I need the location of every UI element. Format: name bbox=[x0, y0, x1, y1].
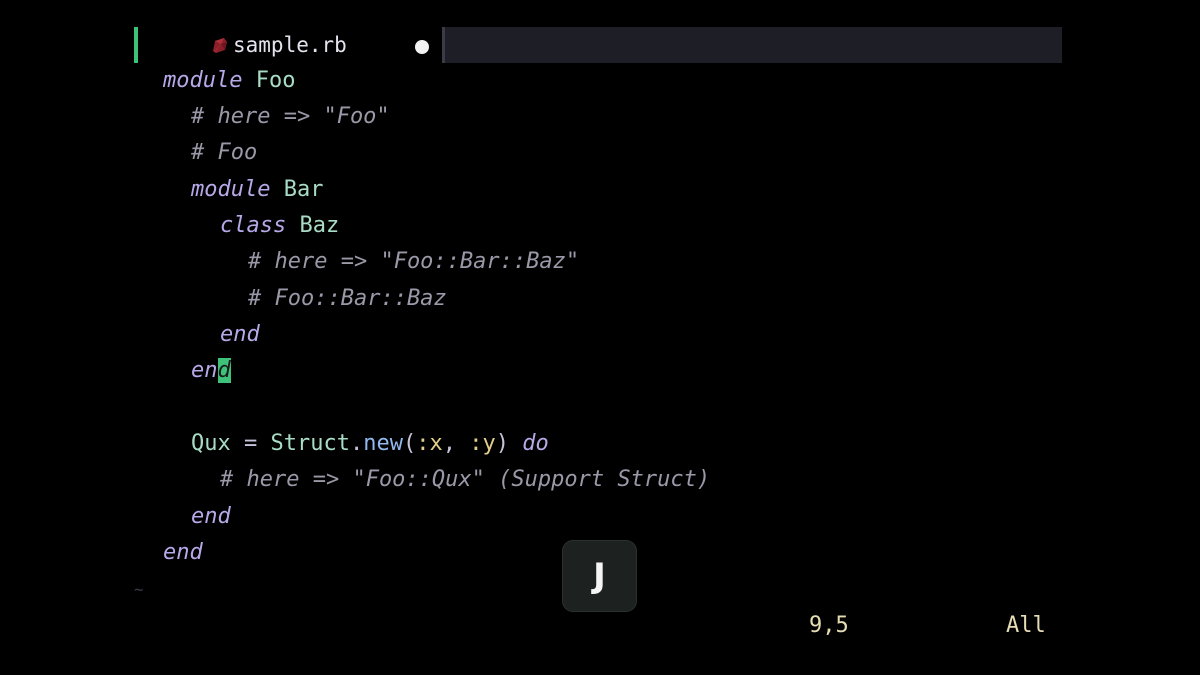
empty-line-marker: ~ bbox=[134, 580, 144, 599]
comma-token: , bbox=[442, 431, 470, 456]
scroll-indicator: All bbox=[1006, 613, 1046, 638]
tab-bar: sample.rb bbox=[134, 27, 1062, 63]
code-line-1: module Foo bbox=[163, 63, 295, 99]
keyword-token: module bbox=[191, 177, 271, 202]
keyword-token: end bbox=[163, 540, 203, 565]
code-line-6: # here => "Foo::Bar::Baz" bbox=[248, 244, 579, 280]
method-token: new bbox=[363, 431, 403, 456]
ruby-icon bbox=[210, 35, 230, 55]
keypress-overlay: J bbox=[563, 541, 636, 611]
code-line-4: module Bar bbox=[191, 172, 323, 208]
code-line-8: end bbox=[220, 317, 260, 353]
tab-sample-rb[interactable]: sample.rb bbox=[134, 27, 445, 63]
comment-token: # Foo bbox=[191, 140, 258, 165]
text-cursor: d bbox=[217, 358, 231, 383]
comment-token: # Foo::Bar::Baz bbox=[248, 286, 447, 311]
constant-token: Foo bbox=[255, 68, 296, 93]
symbol-token: :x bbox=[416, 431, 443, 456]
tab-separator bbox=[442, 27, 445, 63]
constant-token: Struct bbox=[270, 431, 350, 456]
comment-token: # here => "Foo::Bar::Baz" bbox=[248, 249, 580, 274]
symbol-token: :y bbox=[469, 431, 496, 456]
paren-token: ( bbox=[402, 431, 417, 456]
code-line-12: # here => "Foo::Qux" (Support Struct) bbox=[220, 462, 710, 498]
active-tab-indicator bbox=[134, 27, 138, 63]
code-line-2: # here => "Foo" bbox=[191, 99, 390, 135]
modified-indicator-icon bbox=[415, 40, 429, 54]
code-line-9: end bbox=[191, 353, 231, 389]
code-line-14: end bbox=[163, 535, 203, 571]
code-line-3: # Foo bbox=[191, 135, 257, 171]
code-line-13: end bbox=[191, 499, 231, 535]
keyword-token: class bbox=[220, 213, 287, 238]
constant-token: Qux bbox=[191, 431, 231, 456]
keyword-token: end bbox=[220, 322, 260, 347]
constant-token: Baz bbox=[299, 213, 340, 238]
comment-token: # here => "Foo" bbox=[191, 104, 390, 129]
code-line-7: # Foo::Bar::Baz bbox=[248, 281, 447, 317]
code-line-11: Qux = Struct.new(:x, :y) do bbox=[191, 426, 549, 462]
keyword-token: do bbox=[522, 431, 549, 456]
keyword-token: module bbox=[163, 68, 243, 93]
tab-filename: sample.rb bbox=[233, 33, 347, 57]
constant-token: Bar bbox=[283, 177, 324, 202]
keyword-token: end bbox=[191, 504, 231, 529]
keypress-label: J bbox=[593, 556, 606, 596]
code-line-5: class Baz bbox=[220, 208, 339, 244]
operator-token: . bbox=[349, 431, 364, 456]
paren-token: ) bbox=[495, 431, 509, 456]
keyword-token: en bbox=[191, 358, 218, 383]
operator-token: = bbox=[230, 431, 271, 456]
comment-token: # here => "Foo::Qux" (Support Struct) bbox=[220, 467, 711, 492]
cursor-position: 9,5 bbox=[809, 613, 849, 638]
